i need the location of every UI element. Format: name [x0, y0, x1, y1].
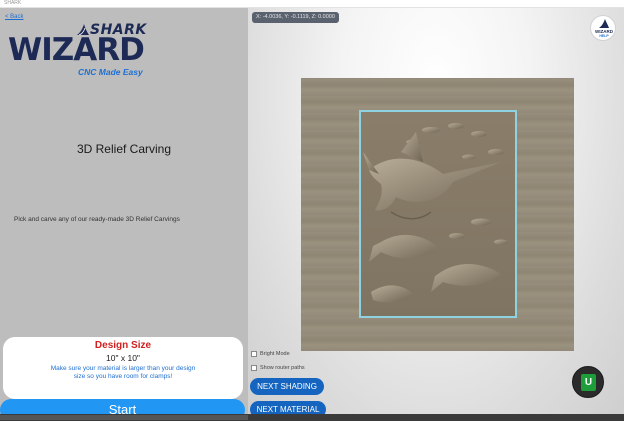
- u-button[interactable]: U: [572, 366, 604, 398]
- page-title: 3D Relief Carving: [76, 142, 172, 156]
- carving-viewer[interactable]: X: -4.0036, Y: -0.1119, Z: 0.0000 WIZARD…: [248, 8, 624, 414]
- bright-mode-checkbox[interactable]: Bright Mode: [251, 350, 290, 360]
- shark-wizard-logo: SHARK WIZARD CNC Made Easy: [8, 22, 156, 84]
- next-material-button[interactable]: NEXT MATERIAL: [250, 401, 326, 414]
- material-board: [301, 78, 574, 351]
- show-router-paths-checkbox[interactable]: Show router paths: [251, 364, 305, 374]
- help-label-bottom: HELP: [599, 34, 609, 38]
- window-titlebar: SHARK: [0, 0, 624, 12]
- back-link[interactable]: < Back: [5, 14, 24, 20]
- cursor-coordinates: X: -4.0036, Y: -0.1119, Z: 0.0000: [252, 12, 339, 23]
- bright-mode-label: Bright Mode: [260, 351, 290, 357]
- marlin-relief-image: [363, 123, 508, 303]
- wizard-help-button[interactable]: WIZARD HELP: [590, 15, 616, 41]
- page-description: Pick and carve any of our ready-made 3D …: [14, 216, 180, 223]
- checkbox-icon[interactable]: [251, 350, 257, 357]
- horizontal-scrollbar[interactable]: [0, 414, 624, 421]
- logo-brand-main: WIZARD: [8, 32, 145, 68]
- left-panel: < Back SHARK WIZARD CNC Made Easy 3D Rel…: [0, 8, 248, 421]
- checkbox-icon[interactable]: [251, 364, 257, 371]
- design-size-card: Design Size 10" x 10" Make sure your mat…: [3, 337, 243, 399]
- show-router-paths-label: Show router paths: [260, 365, 305, 371]
- design-size-title: Design Size: [94, 340, 152, 351]
- window-controls[interactable]: [588, 1, 618, 12]
- u-icon: U: [581, 374, 596, 391]
- window-title: SHARK: [4, 0, 22, 6]
- wizard-help-icon: [599, 19, 609, 28]
- next-shading-button[interactable]: NEXT SHADING: [250, 378, 324, 395]
- relief-carving-preview: [359, 110, 517, 318]
- scrollbar-thumb[interactable]: [0, 415, 248, 420]
- logo-tagline: CNC Made Easy: [78, 67, 143, 77]
- design-size-value: 10" x 10": [106, 353, 140, 363]
- design-size-note: Make sure your material is larger than y…: [50, 365, 196, 380]
